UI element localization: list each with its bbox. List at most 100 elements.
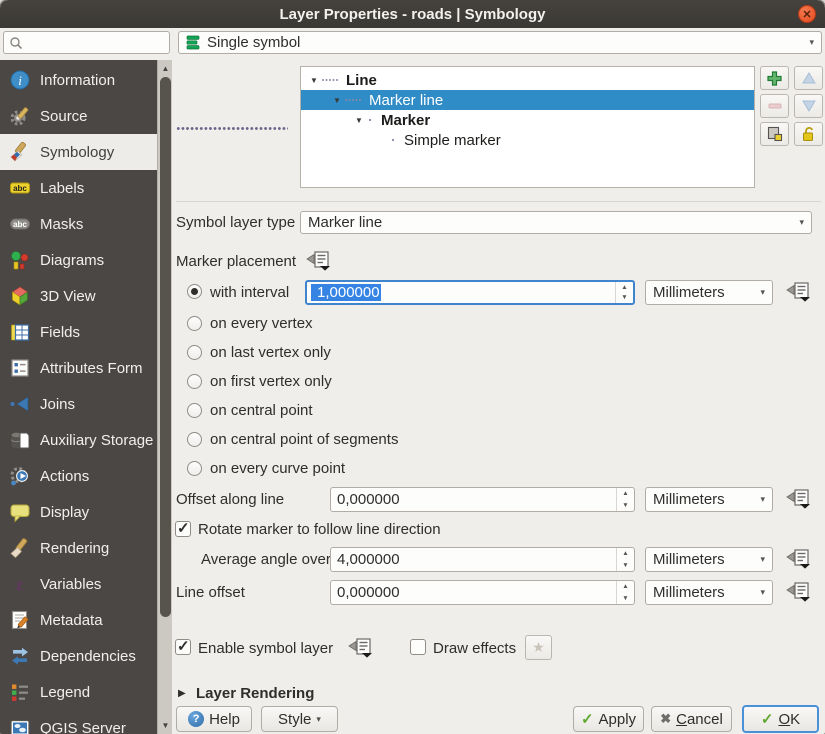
cancel-button[interactable]: ✖ Cancel (651, 706, 732, 732)
enable-symbol-layer-checkbox[interactable] (175, 639, 191, 655)
average-angle-unit-combobox[interactable]: Millimeters (645, 547, 773, 572)
radio-on-every-curve-point[interactable] (187, 461, 202, 476)
sidebar-item-metadata[interactable]: Metadata (0, 602, 157, 638)
scroll-up-icon[interactable]: ▲ (158, 61, 173, 76)
sidebar-item-masks[interactable]: abc Masks (0, 206, 157, 242)
offset-along-line-spinbox[interactable]: 0,000000 (330, 487, 635, 512)
offset-along-line-value: 0,000000 (331, 491, 400, 508)
symbol-preview (176, 126, 288, 131)
labels-icon: abc (9, 177, 31, 199)
spin-buttons[interactable] (616, 488, 634, 511)
move-down-button[interactable] (794, 94, 823, 118)
spin-buttons[interactable] (615, 282, 633, 303)
help-button[interactable]: ? Help (176, 706, 252, 732)
marker-placement-label: Marker placement (176, 253, 296, 270)
radio-on-central-point[interactable] (187, 403, 202, 418)
unit-value: Millimeters (653, 491, 725, 508)
actions-icon (9, 465, 31, 487)
symbol-type-value: Single symbol (207, 34, 300, 51)
tree-item-label: Line (346, 72, 377, 89)
lock-button[interactable] (794, 122, 823, 146)
data-defined-override-icon[interactable] (786, 282, 812, 302)
tree-item-marker-line[interactable]: ▼ Marker line (301, 90, 754, 110)
sidebar-item-actions[interactable]: Actions (0, 458, 157, 494)
sidebar-item-label: Display (40, 504, 89, 521)
spin-down-icon[interactable] (616, 293, 633, 304)
unit-value: Millimeters (653, 284, 725, 301)
dependencies-icon (9, 645, 31, 667)
spin-up-icon[interactable] (617, 581, 634, 593)
line-offset-spinbox[interactable]: 0,000000 (330, 580, 635, 605)
style-button[interactable]: Style ▾ (261, 706, 338, 732)
remove-symbol-layer-button[interactable] (760, 94, 789, 118)
check-icon: ✓ (761, 710, 774, 728)
sidebar-item-joins[interactable]: Joins (0, 386, 157, 422)
sidebar-item-variables[interactable]: ε Variables (0, 566, 157, 602)
data-defined-override-icon[interactable] (786, 549, 812, 569)
sidebar-item-information[interactable]: i Information (0, 62, 157, 98)
data-defined-override-icon[interactable] (348, 638, 374, 658)
radio-on-last-vertex-only[interactable] (187, 345, 202, 360)
duplicate-symbol-layer-button[interactable] (760, 122, 789, 146)
offset-along-line-unit-combobox[interactable]: Millimeters (645, 487, 773, 512)
interval-unit-combobox[interactable]: Millimeters (645, 280, 773, 305)
symbol-type-combobox[interactable]: Single symbol (178, 31, 822, 54)
radio-on-first-vertex-only[interactable] (187, 374, 202, 389)
ok-button[interactable]: ✓ OK (742, 705, 819, 733)
sidebar-item-label: Legend (40, 684, 90, 701)
radio-on-central-point-of-segments[interactable] (187, 432, 202, 447)
spin-up-icon[interactable] (617, 488, 634, 500)
expand-triangle-icon[interactable]: ▼ (307, 76, 321, 85)
apply-button[interactable]: ✓ Apply (573, 706, 644, 732)
interval-spinbox[interactable]: 1,000000 (305, 280, 635, 305)
sidebar-item-auxiliary-storage[interactable]: Auxiliary Storage (0, 422, 157, 458)
close-button[interactable]: ✕ (798, 5, 816, 23)
spin-buttons[interactable] (616, 548, 634, 571)
expand-triangle-icon[interactable]: ▼ (352, 116, 366, 125)
data-defined-override-icon[interactable] (786, 489, 812, 509)
draw-effects-checkbox[interactable] (410, 639, 426, 655)
spin-down-icon[interactable] (617, 500, 634, 512)
sidebar-item-legend[interactable]: Legend (0, 674, 157, 710)
layer-rendering-expander-icon[interactable]: ▶ (178, 688, 186, 699)
rotate-marker-checkbox[interactable] (175, 521, 191, 537)
x-icon: ✖ (660, 711, 671, 727)
sidebar-item-dependencies[interactable]: Dependencies (0, 638, 157, 674)
sidebar-item-labels[interactable]: abc Labels (0, 170, 157, 206)
tree-item-marker[interactable]: ▼ Marker (301, 110, 754, 130)
sidebar-item-fields[interactable]: Fields (0, 314, 157, 350)
radio-on-every-vertex[interactable] (187, 316, 202, 331)
symbol-layer-type-combobox[interactable]: Marker line (300, 211, 812, 234)
spin-down-icon[interactable] (617, 560, 634, 572)
sidebar-item-3d-view[interactable]: 3D View (0, 278, 157, 314)
spin-buttons[interactable] (616, 581, 634, 604)
sidebar-item-display[interactable]: Display (0, 494, 157, 530)
average-angle-spinbox[interactable]: 4,000000 (330, 547, 635, 572)
radio-with-interval[interactable] (187, 284, 202, 299)
tree-item-line[interactable]: ▼ Line (301, 70, 754, 90)
sidebar-item-attributes-form[interactable]: Attributes Form (0, 350, 157, 386)
spin-down-icon[interactable] (617, 593, 634, 605)
add-symbol-layer-button[interactable] (760, 66, 789, 90)
effects-options-button[interactable]: ★ (525, 635, 552, 660)
spin-up-icon[interactable] (617, 548, 634, 560)
data-defined-override-icon[interactable] (786, 582, 812, 602)
sidebar-item-diagrams[interactable]: Diagrams (0, 242, 157, 278)
spin-up-icon[interactable] (616, 282, 633, 293)
sidebar-item-rendering[interactable]: Rendering (0, 530, 157, 566)
sidebar-scrollbar[interactable]: ▲ ▼ (157, 60, 172, 734)
scrollbar-thumb[interactable] (160, 77, 171, 617)
line-offset-unit-combobox[interactable]: Millimeters (645, 580, 773, 605)
search-input[interactable] (27, 34, 161, 51)
svg-text:abc: abc (13, 220, 27, 229)
symbol-layer-type-value: Marker line (308, 214, 382, 231)
sidebar-item-symbology[interactable]: Symbology (0, 134, 157, 170)
sidebar-item-qgis-server[interactable]: QGIS Server (0, 710, 157, 734)
sidebar-item-label: Auxiliary Storage (40, 432, 153, 449)
expand-triangle-icon[interactable]: ▼ (330, 96, 344, 105)
scroll-down-icon[interactable]: ▼ (158, 718, 173, 733)
sidebar-item-source[interactable]: Source (0, 98, 157, 134)
tree-item-simple-marker[interactable]: Simple marker (301, 130, 754, 150)
data-defined-override-icon[interactable] (306, 251, 332, 271)
move-up-button[interactable] (794, 66, 823, 90)
